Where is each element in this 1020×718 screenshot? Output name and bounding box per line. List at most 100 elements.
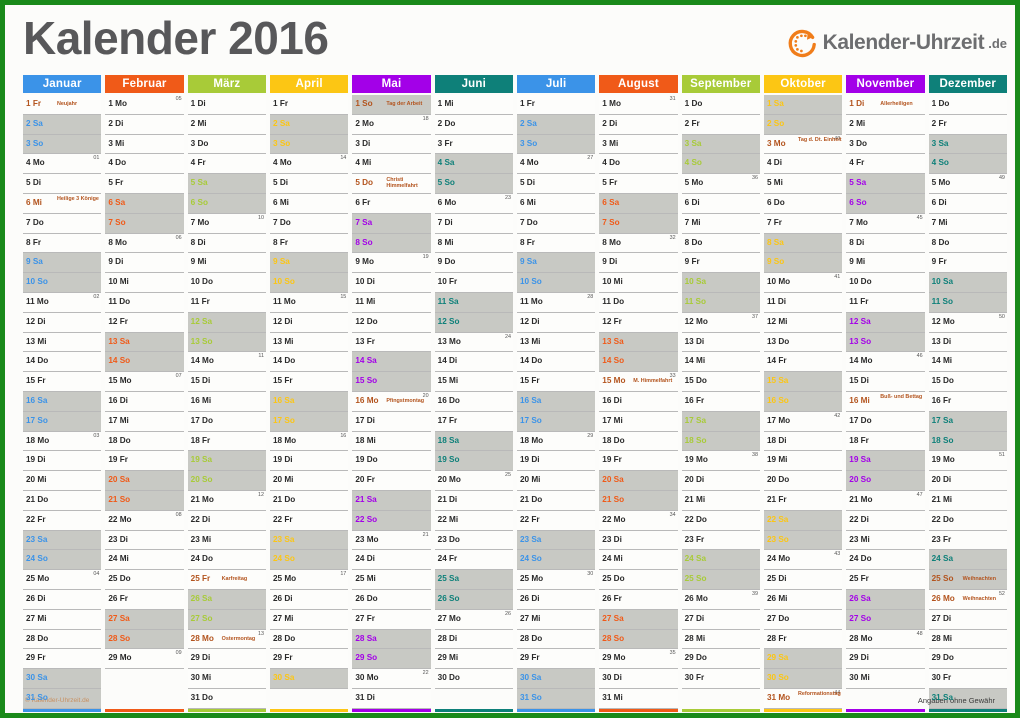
day-cell[interactable]: 10 Sa (928, 273, 1007, 293)
day-cell[interactable]: 26 Di (23, 589, 102, 610)
day-cell[interactable]: 8 Di (187, 233, 266, 254)
day-cell[interactable]: 15 Do (928, 372, 1007, 392)
day-cell[interactable]: 19 Di (269, 451, 349, 472)
day-cell[interactable]: 29 Mo 35 (599, 649, 678, 670)
day-cell[interactable]: 22 Do (928, 510, 1007, 531)
day-cell[interactable]: 3 Mi (105, 134, 184, 155)
day-cell[interactable]: 25 Do (599, 570, 678, 590)
day-cell[interactable]: 9 So (763, 253, 843, 274)
day-cell[interactable]: 26 Fr (105, 589, 184, 610)
day-cell[interactable]: 18 Sa (434, 431, 513, 452)
month-header[interactable]: Juni (434, 75, 513, 93)
day-cell[interactable]: 7 Sa (352, 213, 431, 234)
day-cell[interactable]: 6 Di (681, 193, 760, 214)
day-cell[interactable]: 4 Fr (846, 154, 925, 175)
day-cell[interactable]: 18 Di (763, 431, 843, 452)
day-cell[interactable]: 9 Di (599, 253, 678, 274)
day-cell[interactable]: 23 Mo 21 (352, 530, 431, 551)
day-cell[interactable]: 17 Mi (105, 411, 184, 432)
day-cell[interactable]: 21 Mo 47 (846, 490, 925, 511)
day-cell[interactable]: 14 Mo 11 (187, 352, 266, 373)
day-cell[interactable]: 24 Mi (599, 550, 678, 571)
day-cell[interactable]: 27 Sa (599, 609, 678, 630)
day-cell[interactable]: 16 So (763, 391, 843, 412)
day-cell[interactable]: 5 Fr (599, 174, 678, 194)
month-header[interactable]: Juli (516, 75, 596, 93)
day-cell[interactable]: 30 Mo 22 (352, 669, 431, 689)
day-cell[interactable]: 29 Fr (23, 649, 102, 670)
day-cell[interactable]: 30 Mi (846, 669, 925, 689)
day-cell[interactable]: 12 Mo 37 (681, 312, 760, 333)
day-cell[interactable]: 7 So (599, 213, 678, 234)
day-cell[interactable]: 13 Mi (23, 332, 102, 353)
day-cell[interactable]: 30 So (763, 669, 843, 689)
day-cell[interactable]: 3 Fr (434, 134, 513, 155)
day-cell[interactable]: 24 Sa (681, 550, 760, 571)
day-cell[interactable]: 11 So (681, 292, 760, 313)
day-cell[interactable]: 13 Sa (599, 332, 678, 353)
day-cell[interactable]: 17 Di (352, 411, 431, 432)
day-cell[interactable]: 22 Sa (763, 510, 843, 531)
day-cell[interactable]: 5 So (434, 174, 513, 194)
day-cell[interactable]: 14 Fr (763, 352, 843, 373)
day-cell[interactable]: 6 Mi Heilige 3 Könige (23, 193, 102, 214)
day-cell[interactable]: 30 Mi (187, 669, 266, 689)
month-header[interactable]: Oktober (763, 75, 843, 93)
day-cell[interactable]: 20 Mi (23, 471, 102, 491)
day-cell[interactable]: 10 Do (846, 273, 925, 293)
day-cell[interactable]: 19 Mo 38 (681, 451, 760, 472)
day-cell[interactable]: 24 Fr (434, 550, 513, 571)
day-cell[interactable]: 22 So (352, 510, 431, 531)
day-cell[interactable]: 3 Mi (599, 134, 678, 155)
day-cell[interactable]: 30 Sa (269, 669, 349, 689)
day-cell[interactable]: 20 Mi (516, 471, 596, 491)
day-cell[interactable]: 10 Fr (434, 273, 513, 293)
month-header[interactable]: Januar (23, 75, 102, 93)
day-cell[interactable]: 11 So (928, 292, 1007, 313)
day-cell[interactable]: 21 Do (516, 490, 596, 511)
day-cell[interactable]: 20 Sa (105, 471, 184, 491)
day-cell[interactable]: 27 Mi (23, 609, 102, 630)
day-cell[interactable]: 4 Fr (187, 154, 266, 175)
day-cell[interactable]: 25 Mi (352, 570, 431, 590)
day-cell[interactable]: 6 Mi (269, 193, 349, 214)
day-cell[interactable]: 18 Mo 03 (23, 431, 102, 452)
day-cell[interactable]: 17 So (23, 411, 102, 432)
day-cell[interactable]: 12 Di (516, 312, 596, 333)
day-cell[interactable]: 27 Do (763, 609, 843, 630)
day-cell[interactable]: 29 Di (846, 649, 925, 670)
day-cell[interactable]: 2 Di (599, 114, 678, 135)
day-cell[interactable]: 1 Do (928, 95, 1007, 115)
day-cell[interactable]: 9 Mi (187, 253, 266, 274)
day-cell[interactable]: 14 Do (23, 352, 102, 373)
day-cell[interactable]: 2 Do (434, 114, 513, 135)
day-cell[interactable]: 9 Mo 19 (352, 253, 431, 274)
day-cell[interactable]: 28 Mo 48 (846, 629, 925, 650)
day-cell[interactable]: 29 Fr (269, 649, 349, 670)
day-cell[interactable]: 26 Mo 39 (681, 589, 760, 610)
day-cell[interactable]: 25 Sa (434, 570, 513, 590)
day-cell[interactable]: 13 Mi (516, 332, 596, 353)
day-cell[interactable]: 1 Mi (434, 95, 513, 115)
day-cell[interactable]: 11 Mo 28 (516, 292, 596, 313)
month-header[interactable]: April (269, 75, 349, 93)
day-cell[interactable]: 10 Mi (105, 273, 184, 293)
day-cell[interactable]: 14 Do (516, 352, 596, 373)
day-cell[interactable]: 3 Do (187, 134, 266, 155)
day-cell[interactable]: 28 So (105, 629, 184, 650)
day-cell[interactable]: 14 So (105, 352, 184, 373)
day-cell[interactable]: 17 So (269, 411, 349, 432)
day-cell[interactable]: 12 Sa (846, 312, 925, 333)
day-cell[interactable]: 31 Di (352, 688, 431, 709)
day-cell[interactable]: 3 Mo Tag d. Dt. Einheit 40 (763, 134, 843, 155)
day-cell[interactable]: 21 Do (23, 490, 102, 511)
day-cell[interactable]: 6 Mi (516, 193, 596, 214)
day-cell[interactable]: 24 Mi (105, 550, 184, 571)
day-cell[interactable]: 15 Di (846, 372, 925, 392)
day-cell[interactable]: 18 Fr (187, 431, 266, 452)
day-cell[interactable]: 9 Sa (269, 253, 349, 274)
day-cell[interactable]: 7 Do (23, 213, 102, 234)
day-cell[interactable]: 5 Di (516, 174, 596, 194)
day-cell[interactable]: 24 So (516, 550, 596, 571)
day-cell[interactable]: 15 Fr (23, 372, 102, 392)
